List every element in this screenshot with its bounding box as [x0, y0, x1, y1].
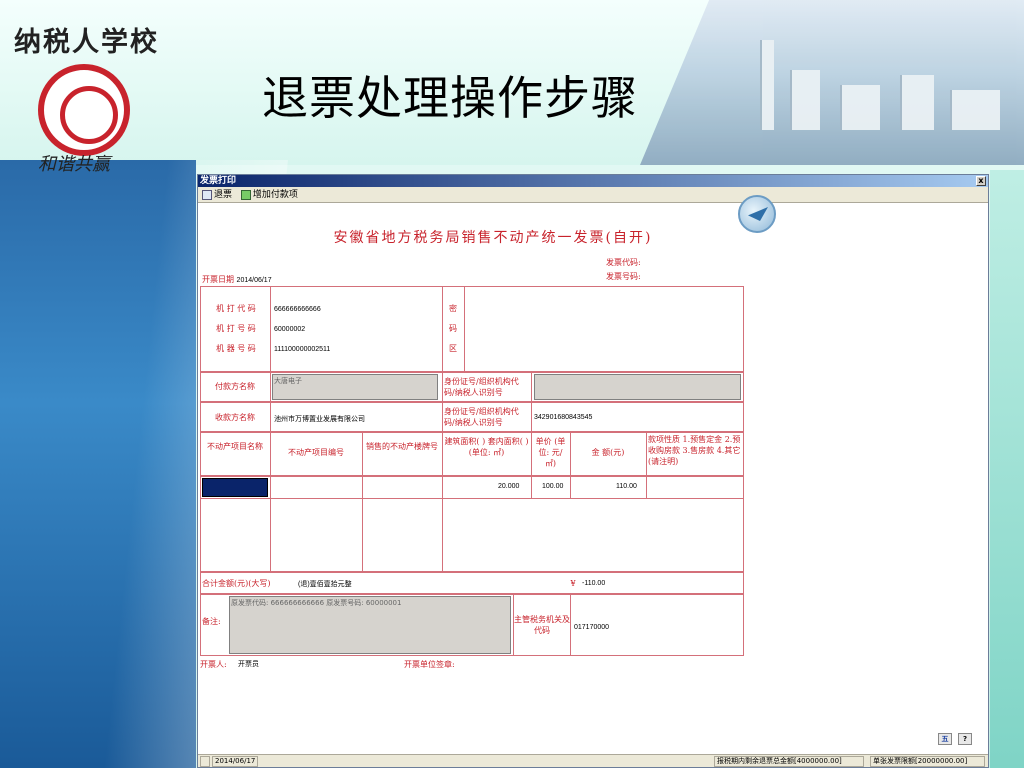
col-nature: 款项性质 1.预售定金 2.预收购房款 3.售房款 4.其它(请注明) [648, 435, 741, 466]
invoice-print-window: 发票打印 x 退票 增加付款项 安徽省地方税务局销售不动产统一发票(自开) 发票… [197, 174, 989, 768]
invoice-code-label: 发票代码: [606, 258, 641, 267]
divider [442, 402, 443, 432]
col-amount: 金 额(元) [591, 448, 625, 457]
payee-id-label: 身份证号/组织机构代码/纳税人识别号 [444, 407, 519, 427]
item-row [200, 476, 744, 499]
row-amount: 110.00 [616, 483, 637, 490]
building [760, 40, 774, 130]
school-name: 纳税人学校 [14, 27, 159, 58]
invoice-number-label: 发票号码: [606, 272, 641, 281]
machine-code-value: 666666666666 [274, 306, 321, 313]
item-empty-area [200, 499, 744, 572]
window-title: 发票打印 [200, 176, 237, 186]
status-indicator [200, 756, 210, 767]
divider [464, 286, 465, 372]
remark-field[interactable]: 原发票代码: 666666666666 原发票号码: 60000001 [229, 596, 511, 654]
logo-caption: 和谐共赢 [38, 154, 110, 175]
payer-id-label: 身份证号/组织机构代码/纳税人识别号 [444, 377, 519, 397]
slide: 纳税人学校 和谐共赢 退票处理操作步骤 发票打印 x 退票 增加付款项 安徽省地… [0, 0, 1024, 768]
building [900, 75, 934, 130]
secret-label-2: 码 [449, 324, 457, 333]
divider [442, 372, 443, 402]
divider [531, 402, 532, 432]
selected-cell[interactable] [202, 478, 268, 497]
payee-label: 收款方名称 [215, 413, 255, 422]
tax-office-label: 主管税务机关及代码 [514, 615, 570, 635]
divider [270, 372, 271, 402]
school-logo [38, 64, 130, 156]
payee-name-value: 池州市万博置业发展有限公司 [274, 416, 365, 423]
refund-icon [202, 189, 212, 200]
divider [442, 286, 443, 372]
divider [570, 594, 571, 656]
issuer-label: 开票人: [200, 660, 227, 669]
total-symbol: ¥ [570, 579, 576, 588]
secret-label-3: 区 [449, 344, 457, 353]
divider [270, 402, 271, 432]
invoice-title: 安徽省地方税务局销售不动产统一发票(自开) [333, 230, 653, 246]
slide-title: 退票处理操作步骤 [262, 71, 638, 125]
status-remaining-refund: 报税期内剩余退票总金额[4000000.00] [714, 756, 864, 767]
invoice-date: 开票日期 2014/06/17 [202, 274, 272, 285]
machine-code-label: 机 打 代 码 [216, 304, 256, 313]
left-blue-band [0, 160, 196, 768]
building [950, 90, 1000, 130]
divider [270, 286, 271, 372]
toolbar: 退票 增加付款项 [198, 187, 988, 203]
row-unit-price: 100.00 [542, 483, 564, 490]
total-label: 合计金额(元)(大写) [202, 579, 271, 588]
refund-label: 退票 [214, 190, 233, 200]
add-payment-icon [240, 189, 251, 200]
payer-label: 付款方名称 [215, 382, 255, 391]
right-band [990, 170, 1024, 768]
row-area: 20.000 [498, 483, 520, 490]
building [790, 70, 820, 130]
col-project-name: 不动产项目名称 [207, 442, 263, 451]
issuer-value: 开票员 [238, 661, 259, 668]
payer-name-field[interactable]: 大唐电子 [272, 374, 438, 400]
tax-office-code: 017170000 [574, 624, 610, 631]
machine-number-label: 机 打 号 码 [216, 324, 256, 333]
help-button[interactable]: ? [958, 733, 972, 745]
invoice-date-value: 2014/06/17 [236, 277, 272, 284]
remark-label: 备注: [202, 617, 221, 626]
payee-id-value: 342901680843545 [534, 414, 593, 421]
col-project-no: 不动产项目编号 [288, 448, 344, 457]
status-bar: 2014/06/17 报税期内剩余退票总金额[4000000.00] 单张发票限… [198, 754, 988, 767]
col-unit-price: 单价 (单位: 元/㎡) [535, 437, 566, 468]
divider [531, 372, 532, 402]
device-number-value: 111100000002511 [274, 346, 331, 353]
add-payment-label: 增加付款项 [252, 190, 298, 200]
window-titlebar: 发票打印 x [198, 175, 988, 187]
col-area: 建筑面积( ) 套内面积( ) (单位: ㎡) [444, 437, 529, 457]
status-single-limit: 单张发票限额[20000000.00] [870, 756, 985, 767]
five-button[interactable]: 五 [938, 733, 952, 745]
total-words: (退)壹佰壹拾元整 [298, 581, 352, 588]
refund-button[interactable]: 退票 [202, 187, 232, 203]
building [840, 85, 880, 130]
machine-number-value: 60000002 [274, 326, 306, 333]
close-button[interactable]: x [976, 176, 986, 186]
issuer-sign-label: 开票单位签章: [404, 660, 455, 669]
add-payment-button[interactable]: 增加付款项 [240, 187, 298, 203]
total-value: -110.00 [582, 580, 606, 587]
payer-id-field[interactable] [534, 374, 741, 400]
secret-label-1: 密 [449, 304, 457, 313]
invoice-date-label: 开票日期 [202, 275, 234, 284]
device-number-label: 机 器 号 码 [216, 344, 256, 353]
status-date: 2014/06/17 [212, 756, 258, 767]
col-sale-no: 销售的不动产楼牌号 [366, 442, 438, 451]
